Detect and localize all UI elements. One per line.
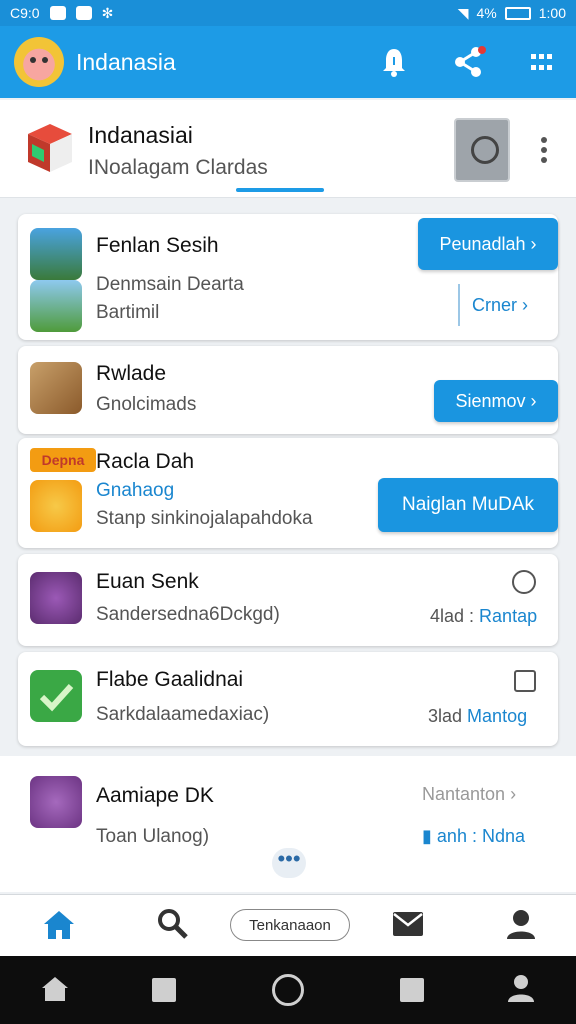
file-icon: ▮ <box>422 826 432 846</box>
item-title: Rwlade <box>96 362 167 385</box>
game-icon <box>30 572 82 624</box>
status-bar: C9:0 ✻ ◥ 4% 1:00 <box>0 0 576 26</box>
game-icon <box>30 480 82 532</box>
meta-count: 4lad <box>430 606 465 626</box>
profile-icon[interactable] <box>504 907 538 941</box>
meta-link[interactable]: Rantap <box>479 606 537 626</box>
game-icon <box>30 280 82 332</box>
grid-icon[interactable] <box>530 51 552 73</box>
home-icon[interactable] <box>42 909 76 941</box>
more-dots-icon[interactable]: ••• <box>272 848 306 878</box>
item-meta: 4lad : Rantap <box>430 606 538 626</box>
mail-icon[interactable] <box>392 911 424 937</box>
item-title: Fenlan Sesih <box>96 234 219 257</box>
nav-search-pill[interactable]: Tenkanaaon <box>230 909 350 941</box>
system-home-icon[interactable] <box>40 974 70 1004</box>
share-icon[interactable] <box>452 46 486 78</box>
status-carrier: C9:0 <box>10 5 40 21</box>
search-icon[interactable] <box>156 907 190 941</box>
item-subtitle: Sandersedna6Dckgd) <box>96 604 280 625</box>
item-subtitle: Denmsain Dearta <box>96 274 244 295</box>
item-subtitle-2: Bartimil <box>96 302 160 323</box>
download-icon[interactable] <box>512 570 536 594</box>
header-title: Indanasiai <box>88 122 193 148</box>
app-logo <box>14 37 64 87</box>
header-card: Indanasiai INoalagam Clardas <box>0 100 576 198</box>
checkbox[interactable] <box>514 670 536 692</box>
check-icon <box>30 670 82 722</box>
item-title: Racla Dah <box>96 450 195 473</box>
system-square-icon[interactable] <box>400 978 424 1002</box>
item-subtitle: Gnolcimads <box>96 394 197 415</box>
primary-button[interactable]: Sienmov › <box>434 380 558 422</box>
meta-count: 3lad <box>428 706 463 726</box>
game-icon <box>30 776 82 828</box>
primary-button[interactable]: Peunadlah › <box>418 218 558 270</box>
item-meta: ▮ anh : Ndna <box>422 826 526 846</box>
item-title: Flabe Gaalidnai <box>96 668 244 691</box>
system-recents-icon[interactable] <box>152 978 176 1002</box>
cube-icon <box>28 124 72 172</box>
game-icon <box>30 362 82 414</box>
bell-icon[interactable] <box>380 47 408 77</box>
item-link[interactable]: Nantanton › <box>422 784 516 805</box>
thumbnail-icon[interactable] <box>454 118 510 182</box>
meta-link[interactable]: Ndna <box>482 826 525 846</box>
promo-badge: Depna <box>30 448 96 472</box>
meta-link[interactable]: Mantog <box>467 706 527 726</box>
item-meta: 3lad Mantog <box>428 706 527 727</box>
bottom-nav: Tenkanaaon <box>0 894 576 956</box>
list-card[interactable]: Rwlade Gnolcimads Sienmov › <box>18 346 558 434</box>
list-card[interactable]: Flabe Gaalidnai Sarkdalaamedaxiac) 3lad … <box>18 652 558 746</box>
system-circle-icon[interactable] <box>272 974 304 1006</box>
app-bar: Indanasia <box>0 26 576 98</box>
app-title: Indanasia <box>76 48 176 75</box>
game-icon <box>30 228 82 280</box>
item-highlight: Gnahaog <box>96 480 175 501</box>
item-subtitle: Toan Ulanog) <box>96 826 210 847</box>
tab-indicator <box>236 188 324 192</box>
notification-icon <box>49 6 66 20</box>
system-profile-icon[interactable] <box>506 972 536 1004</box>
list-card[interactable]: Euan Senk Sandersedna6Dckgd) 4lad : Rant… <box>18 554 558 646</box>
item-subtitle: Sarkdalaamedaxiac) <box>96 704 270 725</box>
settings-icon: ✻ <box>101 4 114 21</box>
meta-count: anh <box>436 826 467 846</box>
battery-percent: 4% <box>476 5 497 21</box>
list-item[interactable]: Aamiape DK Toan Ulanog) Nantanton › ▮ an… <box>0 756 576 892</box>
battery-icon <box>504 6 531 20</box>
item-title: Aamiape DK <box>96 784 214 807</box>
list-card[interactable]: Fenlan Sesih Peunadlah › Denmsain Dearta… <box>18 214 558 340</box>
item-subtitle: Stanp sinkinojalapahdoka <box>96 508 313 529</box>
header-subtitle: INoalagam Clardas <box>88 156 268 179</box>
wifi-icon: ◥ <box>457 4 469 21</box>
notification-icon-2 <box>75 6 92 20</box>
more-vert-icon[interactable] <box>534 130 554 170</box>
item-title: Euan Senk <box>96 570 199 593</box>
secondary-button[interactable]: Crner › <box>458 284 528 326</box>
clock: 1:00 <box>538 5 566 21</box>
primary-button[interactable]: Naiglan MuDAk <box>378 478 558 532</box>
system-nav-bar <box>0 956 576 1024</box>
list-card[interactable]: Depna Racla Dah Gnahaog Stanp sinkinojal… <box>18 438 558 548</box>
